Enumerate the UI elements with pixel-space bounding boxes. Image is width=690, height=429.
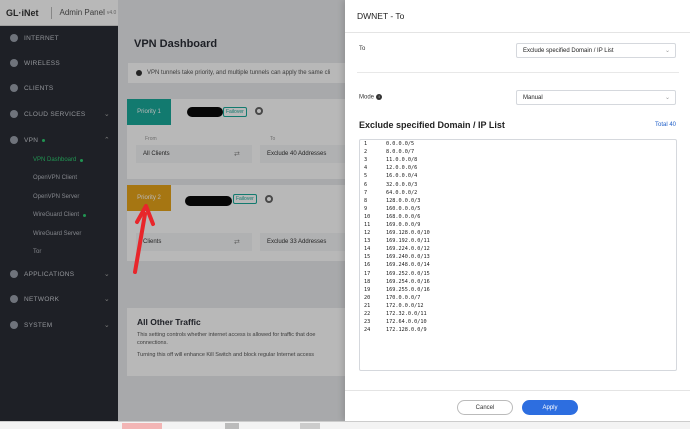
line-number: 13 — [364, 238, 371, 245]
line-number: 23 — [364, 319, 371, 326]
line-number: 18 — [364, 278, 371, 285]
ip-entry: 0.0.0.0/5 — [386, 141, 415, 148]
ip-entry: 169.0.0.0/9 — [386, 221, 421, 228]
line-number: 22 — [364, 311, 371, 318]
ip-entry: 169.248.0.0/14 — [386, 262, 430, 269]
line-number: 8 — [364, 197, 368, 204]
chevron-down-icon: ⌄ — [664, 48, 670, 54]
list-row: 17 169.252.0.0/15 — [360, 270, 676, 278]
list-row: 6 32.0.0.0/3 — [360, 180, 676, 188]
line-number: 21 — [364, 302, 371, 309]
line-number: 5 — [364, 173, 368, 180]
list-row: 18 169.254.0.0/16 — [360, 278, 676, 286]
chevron-down-icon: ⌄ — [664, 95, 670, 101]
list-row: 24 172.128.0.0/9 — [360, 326, 676, 334]
list-row: 7 64.0.0.0/2 — [360, 189, 676, 197]
list-row: 4 12.0.0.0/6 — [360, 164, 676, 172]
ip-entry: 168.0.0.0/6 — [386, 213, 421, 220]
to-label: To — [359, 46, 366, 52]
list-row: 9 160.0.0.0/5 — [360, 205, 676, 213]
ip-entry: 169.240.0.0/13 — [386, 254, 430, 261]
list-row: 23 172.64.0.0/10 — [360, 318, 676, 326]
to-select[interactable]: Exclude specified Domain / IP List ⌄ — [516, 43, 676, 58]
ip-entry: 32.0.0.0/3 — [386, 181, 418, 188]
list-row: 12 169.128.0.0/10 — [360, 229, 676, 237]
list-row: 14 169.224.0.0/12 — [360, 245, 676, 253]
list-row: 11 169.0.0.0/9 — [360, 221, 676, 229]
section-title: Exclude specified Domain / IP List — [359, 120, 505, 130]
taskbar — [0, 421, 690, 429]
list-row: 16 169.248.0.0/14 — [360, 261, 676, 269]
ip-entry: 16.0.0.0/4 — [386, 173, 418, 180]
red-arrow-annotation — [133, 204, 155, 274]
list-row: 10 168.0.0.0/6 — [360, 213, 676, 221]
ip-entry: 160.0.0.0/5 — [386, 205, 421, 212]
ip-entry: 11.0.0.0/8 — [386, 157, 418, 164]
to-select-value: Exclude specified Domain / IP List — [523, 47, 614, 54]
ip-entry: 172.0.0.0/12 — [386, 302, 424, 309]
cancel-button[interactable]: Cancel — [457, 400, 513, 415]
drawer-title: DWNET - To — [357, 11, 405, 21]
line-number: 2 — [364, 149, 368, 156]
line-number: 6 — [364, 181, 368, 188]
ip-entry: 172.64.0.0/10 — [386, 319, 427, 326]
list-row: 19 169.255.0.0/16 — [360, 286, 676, 294]
modal-backdrop[interactable] — [0, 0, 345, 421]
line-number: 17 — [364, 270, 371, 277]
list-row: 8 128.0.0.0/3 — [360, 197, 676, 205]
ip-entry: 169.252.0.0/15 — [386, 270, 430, 277]
line-number: 1 — [364, 141, 368, 148]
ip-entry: 169.192.0.0/11 — [386, 238, 430, 245]
drawer-header: DWNET - To — [345, 0, 690, 33]
ip-entry: 169.254.0.0/16 — [386, 278, 430, 285]
line-number: 19 — [364, 286, 371, 293]
mode-select-value: Manual — [523, 94, 543, 101]
ip-entry: 169.128.0.0/10 — [386, 230, 430, 237]
line-number: 3 — [364, 157, 368, 164]
mode-label: Mode i — [359, 94, 383, 101]
taskbar-item[interactable] — [122, 423, 162, 429]
line-number: 14 — [364, 246, 371, 253]
ip-entry: 169.255.0.0/16 — [386, 286, 430, 293]
ip-entry: 172.128.0.0/9 — [386, 327, 427, 334]
line-number: 11 — [364, 221, 371, 228]
ip-entry: 64.0.0.0/2 — [386, 189, 418, 196]
list-row: 21 172.0.0.0/12 — [360, 302, 676, 310]
apply-button[interactable]: Apply — [522, 400, 578, 415]
side-drawer: DWNET - To To Exclude specified Domain /… — [345, 0, 690, 421]
ip-list-editor[interactable]: 1 0.0.0.0/5 2 8.0.0.0/7 3 11.0.0.0/8 4 12.0.0.0… — [359, 139, 677, 371]
line-number: 24 — [364, 327, 371, 334]
list-row: 3 11.0.0.0/8 — [360, 156, 676, 164]
list-row: 2 8.0.0.0/7 — [360, 148, 676, 156]
ip-entry: 12.0.0.0/6 — [386, 165, 418, 172]
line-number: 16 — [364, 262, 371, 269]
ip-entry: 169.224.0.0/12 — [386, 246, 430, 253]
line-number: 20 — [364, 294, 371, 301]
ip-entry: 170.0.0.0/7 — [386, 294, 421, 301]
ip-entry: 172.32.0.0/11 — [386, 311, 427, 318]
ip-entry: 128.0.0.0/3 — [386, 197, 421, 204]
divider — [357, 72, 679, 73]
line-number: 9 — [364, 205, 368, 212]
list-row: 5 16.0.0.0/4 — [360, 172, 676, 180]
taskbar-item[interactable] — [225, 423, 239, 429]
line-number: 10 — [364, 213, 371, 220]
line-number: 4 — [364, 165, 368, 172]
list-row: 20 170.0.0.0/7 — [360, 294, 676, 302]
list-row: 13 169.192.0.0/11 — [360, 237, 676, 245]
line-number: 12 — [364, 230, 371, 237]
total-count: Total 40 — [654, 122, 676, 128]
ip-entry: 8.0.0.0/7 — [386, 149, 415, 156]
mode-select[interactable]: Manual ⌄ — [516, 90, 676, 105]
list-row: 15 169.240.0.0/13 — [360, 253, 676, 261]
list-row: 1 0.0.0.0/5 — [360, 140, 676, 148]
line-number: 7 — [364, 189, 368, 196]
info-icon[interactable]: i — [376, 94, 383, 100]
taskbar-item[interactable] — [300, 423, 320, 429]
list-row: 22 172.32.0.0/11 — [360, 310, 676, 318]
drawer-footer: Cancel Apply — [345, 390, 690, 421]
mode-label-text: Mode — [359, 94, 375, 101]
line-number: 15 — [364, 254, 371, 261]
